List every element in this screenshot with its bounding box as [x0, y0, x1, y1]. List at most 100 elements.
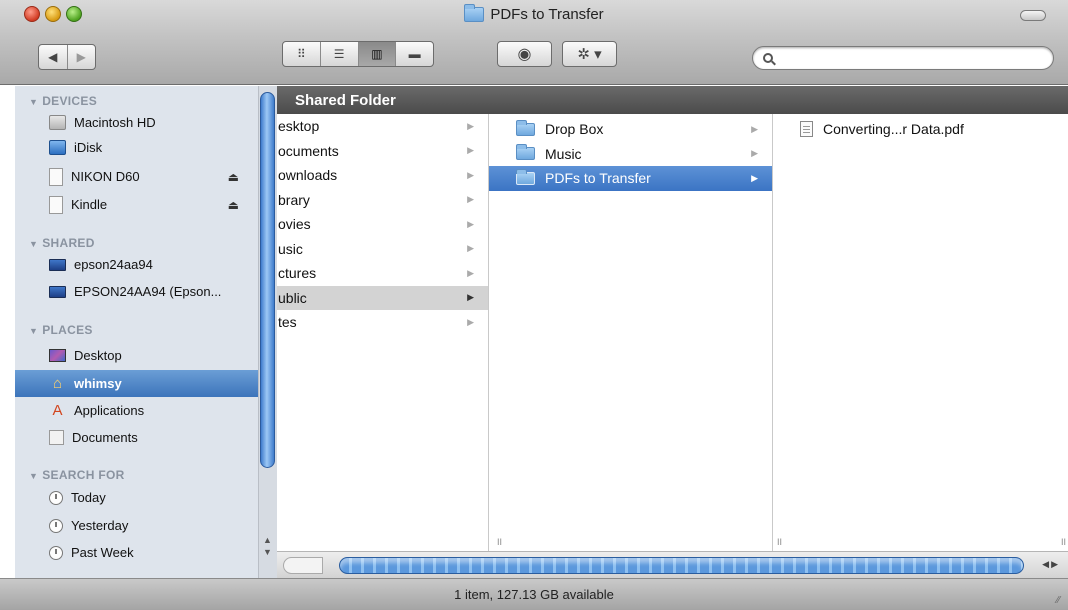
disclosure-triangle-icon: ▼	[29, 326, 39, 336]
sidebar-scroll-thumb[interactable]	[260, 92, 275, 468]
gear-icon: ✲ ▾	[577, 46, 602, 63]
scroll-right-icon[interactable]: ▶	[1051, 559, 1060, 569]
scroll-up-icon[interactable]: ▲	[259, 534, 276, 546]
disclosure-arrow-icon: ▶	[467, 267, 474, 278]
monitor-icon	[49, 258, 66, 271]
list-item[interactable]: ctures ▶	[277, 261, 488, 286]
resize-grip-icon[interactable]: ⁄⁄	[1057, 595, 1060, 606]
list-item[interactable]: Converting...r Data.pdf	[773, 117, 1068, 142]
eject-icon[interactable]: ⏏	[228, 198, 239, 212]
list-item[interactable]: ovies ▶	[277, 212, 488, 237]
back-button[interactable]: ◀	[39, 45, 68, 69]
folder-icon	[516, 168, 535, 185]
eject-icon[interactable]: ⏏	[228, 170, 239, 184]
scroll-left-icon[interactable]: ◀	[1042, 559, 1051, 569]
sidebar-item-yesterday[interactable]: Yesterday	[15, 513, 261, 538]
forward-arrow-icon: ▶	[76, 50, 86, 64]
status-text: 1 item, 127.13 GB available	[454, 587, 614, 602]
scroll-arrows[interactable]: ◀▶	[1042, 559, 1060, 570]
list-item[interactable]: Drop Box ▶	[489, 117, 772, 142]
sidebar-item-today[interactable]: Today	[15, 485, 261, 510]
icon-view-button[interactable]: ⠿	[283, 42, 321, 66]
forward-button[interactable]: ▶	[68, 45, 96, 69]
hard-drive-icon	[49, 115, 66, 130]
window-title-bar: PDFs to Transfer	[0, 4, 1068, 24]
quick-look-button[interactable]: ◉	[497, 41, 552, 67]
list-view-icon: ☰	[333, 47, 345, 61]
list-view-button[interactable]: ☰	[321, 42, 359, 66]
list-item[interactable]: ownloads ▶	[277, 163, 488, 188]
column-resize-handle[interactable]: II	[777, 537, 782, 547]
sidebar-header-devices[interactable]: ▼ DEVICES	[29, 94, 97, 108]
disclosure-arrow-icon: ▶	[467, 218, 474, 229]
browser-column-1: esktop ▶ ocuments ▶ ownloads ▶ brary ▶ ovies…	[277, 114, 489, 551]
horizontal-scrollbar[interactable]: ◀▶	[277, 551, 1068, 578]
sidebar-header-places[interactable]: ▼ PLACES	[29, 323, 93, 337]
column-view-icon: ▥	[371, 47, 383, 61]
sidebar-header-shared[interactable]: ▼ SHARED	[29, 236, 95, 250]
back-forward-control: ◀ ▶	[38, 44, 96, 70]
sidebar-item-documents[interactable]: Documents	[15, 425, 261, 450]
toolbar-toggle-button[interactable]	[1020, 10, 1046, 21]
desktop-icon	[49, 349, 66, 362]
list-item-selected[interactable]: ublic ▶	[277, 285, 488, 310]
sidebar-header-search-for[interactable]: ▼ SEARCH FOR	[29, 468, 125, 482]
sidebar-item-nikon-d60[interactable]: NIKON D60 ⏏	[15, 164, 261, 189]
list-item[interactable]: esktop ▶	[277, 114, 488, 139]
disclosure-arrow-icon: ▶	[751, 148, 758, 159]
sidebar: ▼ DEVICES Macintosh HD iDisk NIKON D60 ⏏ …	[15, 86, 277, 578]
sidebar-item-epson24aa94[interactable]: epson24aa94	[15, 252, 261, 277]
status-bar: 1 item, 127.13 GB available ⁄⁄	[0, 578, 1068, 610]
disclosure-arrow-icon: ▶	[467, 194, 474, 205]
disclosure-triangle-icon: ▼	[29, 239, 39, 249]
disclosure-triangle-icon: ▼	[29, 97, 39, 107]
disclosure-arrow-icon: ▶	[467, 316, 474, 327]
back-arrow-icon: ◀	[48, 50, 58, 64]
sidebar-item-applications[interactable]: A Applications	[15, 398, 261, 423]
column-view-button[interactable]: ▥	[358, 42, 397, 66]
list-item[interactable]: tes ▶	[277, 310, 488, 335]
sidebar-item-kindle[interactable]: Kindle ⏏	[15, 192, 261, 217]
list-item[interactable]: brary ▶	[277, 188, 488, 213]
action-menu-button[interactable]: ✲ ▾	[562, 41, 617, 67]
browser-column-3: Converting...r Data.pdf II II	[773, 114, 1068, 551]
disclosure-arrow-icon: ▶	[467, 120, 474, 131]
clock-icon	[49, 518, 63, 533]
toolbar: PDFs to Transfer ◀ ▶ ⠿ ☰ ▥ ▬ ◉ ✲ ▾	[0, 0, 1068, 85]
eye-icon: ◉	[517, 46, 532, 63]
column-resize-handle[interactable]: II	[1061, 537, 1066, 547]
column-resize-handle[interactable]: II	[497, 537, 502, 547]
browser-column-2: Drop Box ▶ Music ▶ PDFs to Transfer ▶ II	[489, 114, 773, 551]
horizontal-scroll-thumb[interactable]	[339, 557, 1024, 574]
disclosure-arrow-icon: ▶	[751, 123, 758, 134]
sidebar-item-whimsy[interactable]: ⌂ whimsy	[15, 370, 261, 397]
sidebar-item-epson-printer[interactable]: EPSON24AA94 (Epson...	[15, 279, 261, 304]
list-item[interactable]: usic ▶	[277, 237, 488, 262]
cover-flow-icon: ▬	[408, 47, 421, 61]
search-input[interactable]	[779, 50, 1039, 66]
search-icon	[763, 53, 773, 63]
column-header-title: Shared Folder	[295, 91, 396, 109]
sidebar-item-past-week[interactable]: Past Week	[15, 540, 261, 565]
folder-icon	[464, 4, 485, 22]
sidebar-item-macintosh-hd[interactable]: Macintosh HD	[15, 110, 261, 135]
documents-icon	[49, 430, 64, 445]
finder-window: PDFs to Transfer ◀ ▶ ⠿ ☰ ▥ ▬ ◉ ✲ ▾ ▼ DEVI…	[0, 0, 1068, 610]
scroll-down-icon[interactable]: ▼	[259, 546, 276, 558]
scroll-track-left[interactable]	[283, 557, 323, 574]
sidebar-item-desktop[interactable]: Desktop	[15, 343, 261, 368]
column-header: Shared Folder	[277, 86, 1068, 114]
cover-flow-button[interactable]: ▬	[396, 42, 433, 66]
sidebar-scroll-arrows[interactable]: ▲ ▼	[259, 534, 276, 558]
disclosure-arrow-icon: ▶	[751, 172, 758, 183]
search-field[interactable]	[752, 46, 1054, 70]
list-item-selected[interactable]: PDFs to Transfer ▶	[489, 166, 772, 191]
clock-icon	[49, 545, 63, 560]
window-title: PDFs to Transfer	[490, 6, 604, 23]
sidebar-item-idisk[interactable]: iDisk	[15, 135, 261, 160]
disclosure-arrow-icon: ▶	[467, 145, 474, 156]
removable-drive-icon	[49, 195, 63, 214]
home-icon: ⌂	[52, 375, 63, 392]
list-item[interactable]: Music ▶	[489, 142, 772, 167]
list-item[interactable]: ocuments ▶	[277, 139, 488, 164]
